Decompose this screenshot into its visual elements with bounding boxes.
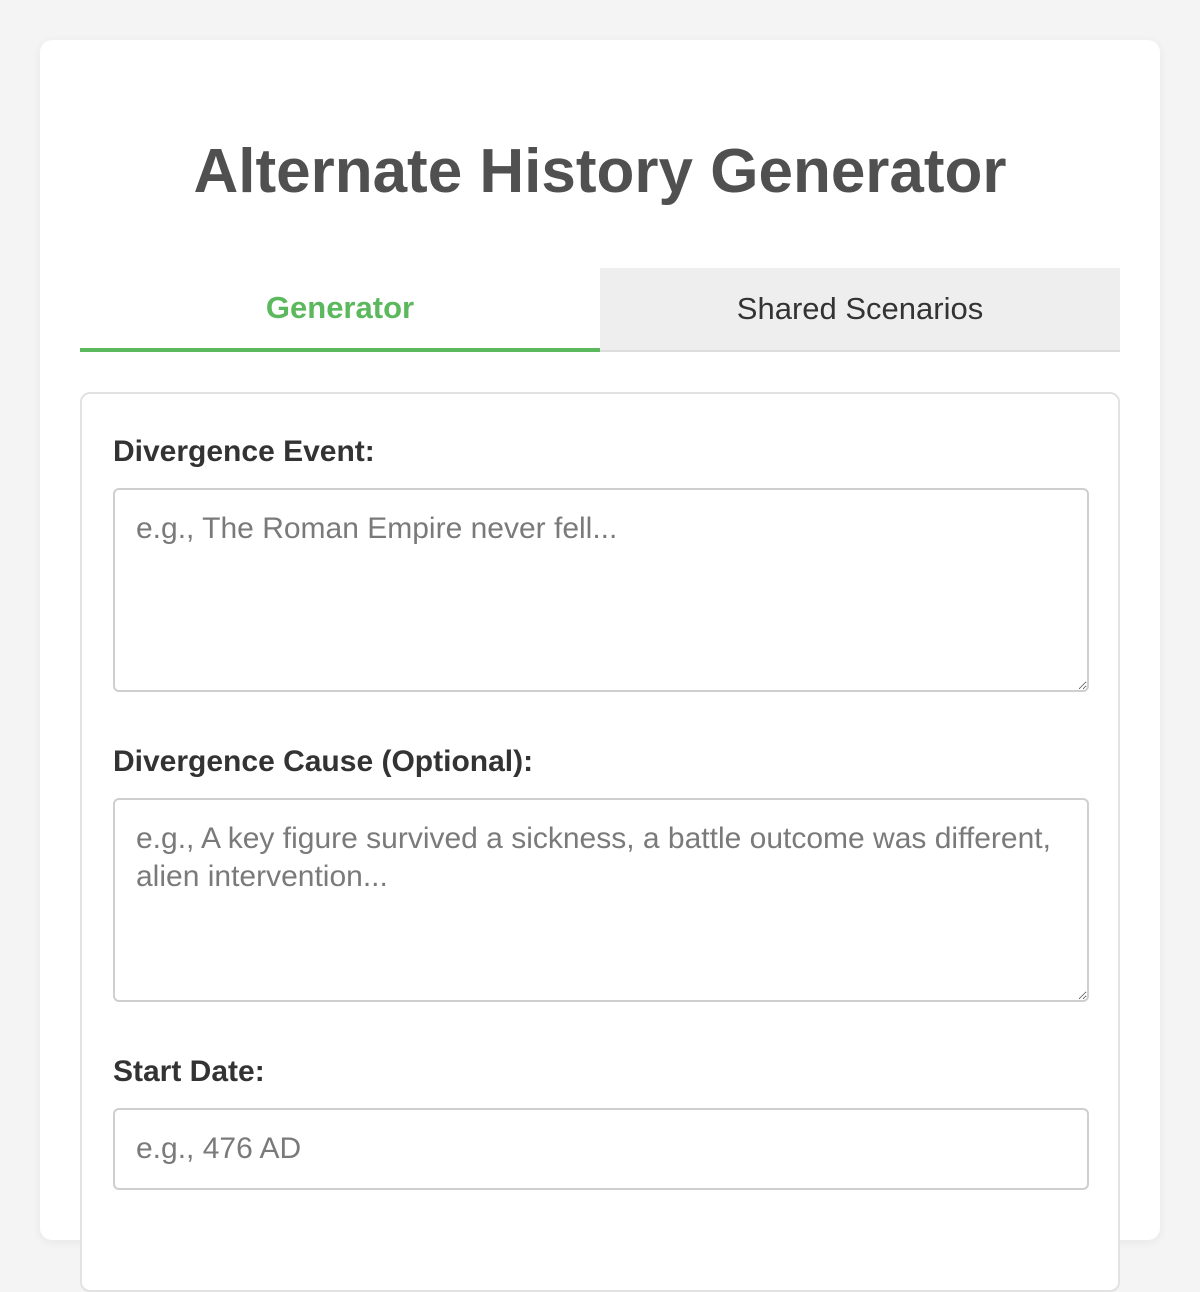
divergence-event-label: Divergence Event: <box>113 435 375 468</box>
main-card: Alternate History Generator Generator Sh… <box>40 40 1160 1292</box>
tab-bar: Generator Shared Scenarios <box>80 268 1120 352</box>
divergence-cause-label: Divergence Cause (Optional): <box>113 745 534 778</box>
tab-generator[interactable]: Generator <box>80 268 600 352</box>
divergence-event-textarea[interactable] <box>113 488 1089 692</box>
start-date-input[interactable] <box>113 1108 1089 1190</box>
start-date-label: Start Date: <box>113 1055 265 1088</box>
page-title: Alternate History Generator <box>193 137 1007 206</box>
tab-shared-scenarios[interactable]: Shared Scenarios <box>600 268 1120 350</box>
divergence-cause-textarea[interactable] <box>113 798 1089 1002</box>
generator-form: Divergence Event: Divergence Cause (Opti… <box>80 392 1120 1292</box>
